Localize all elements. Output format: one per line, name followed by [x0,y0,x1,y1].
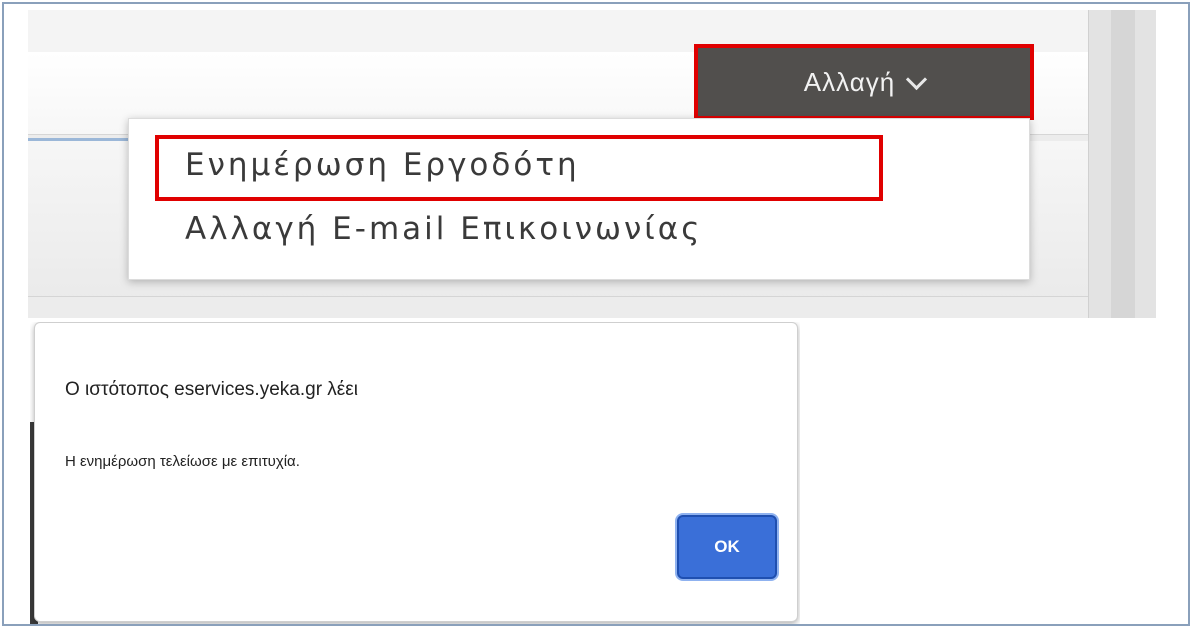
top-screenshot: Αλλαγή Ενημέρωση Εργοδότη Αλλαγή E-mail … [28,10,1156,318]
chevron-down-icon [906,68,928,90]
change-dropdown-button[interactable]: Αλλαγή [698,48,1030,116]
menu-item-update-employer[interactable]: Ενημέρωση Εργοδότη [185,147,580,183]
scrollbar-track[interactable] [1111,10,1135,318]
dropdown-menu: Ενημέρωση Εργοδότη Αλλαγή E-mail Επικοιν… [128,118,1030,280]
ok-button[interactable]: OK [677,515,777,579]
change-button-label: Αλλαγή [803,66,896,97]
alert-dialog: Ο ιστότοπος eservices.yeka.gr λέει Η ενη… [34,322,798,622]
menu-item-change-email[interactable]: Αλλαγή E-mail Επικοινωνίας [185,211,702,247]
dialog-screenshot: Ο ιστότοπος eservices.yeka.gr λέει Η ενη… [30,322,800,624]
scroll-panel [1088,10,1156,318]
dialog-message: Η ενημέρωση τελείωσε με επιτυχία. [65,453,300,470]
top-bar [28,10,1088,53]
dialog-title: Ο ιστότοπος eservices.yeka.gr λέει [65,379,358,400]
bottom-strip [28,296,1088,318]
